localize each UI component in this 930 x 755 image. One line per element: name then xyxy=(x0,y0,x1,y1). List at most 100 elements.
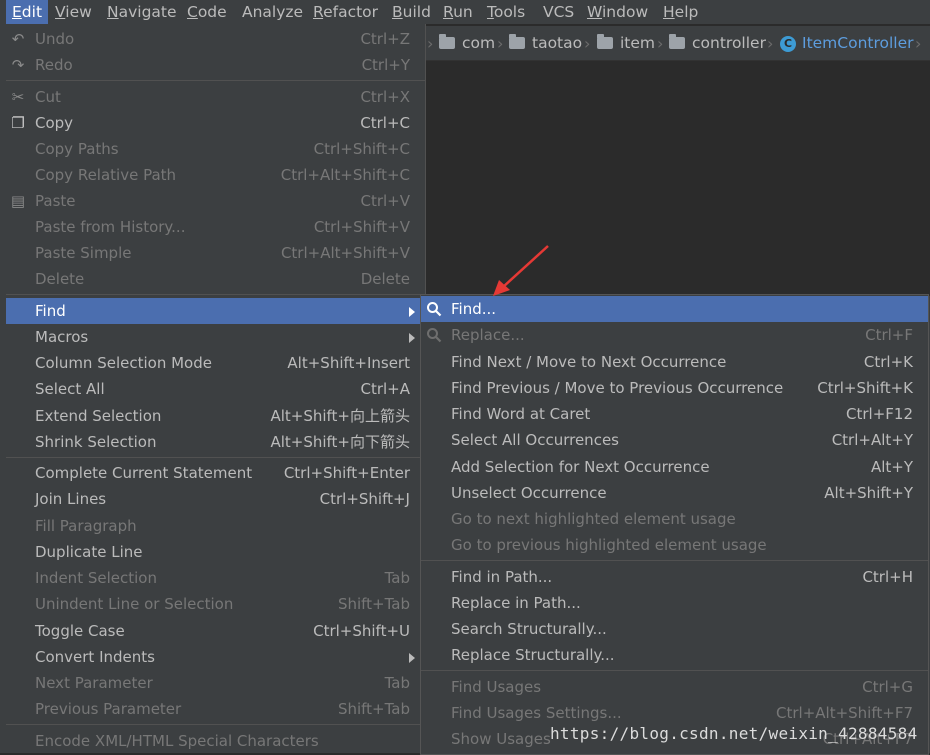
menu-item-shortcut: Ctrl+Alt+Shift+C xyxy=(280,166,410,184)
menu-item-undo[interactable]: ↶ Undo Ctrl+Z xyxy=(6,26,425,52)
menu-item-shortcut: Ctrl+Y xyxy=(361,56,410,74)
menu-window[interactable]: Window xyxy=(581,0,654,24)
menu-run[interactable]: Run xyxy=(437,0,479,24)
mnemonic: R xyxy=(313,3,324,21)
submenu-item-replace-structurally[interactable]: Replace Structurally... xyxy=(421,642,928,668)
menu-item-copy[interactable]: ❐ Copy Ctrl+C xyxy=(6,110,425,136)
menu-item-delete[interactable]: Delete Delete xyxy=(6,266,425,292)
class-icon: C xyxy=(780,36,796,52)
menu-item-cut[interactable]: ✂ Cut Ctrl+X xyxy=(6,84,425,110)
menu-label: iew xyxy=(65,3,92,21)
menu-code[interactable]: Code xyxy=(181,0,233,24)
submenu-item-add-selection[interactable]: Add Selection for Next Occurrence Alt+Y xyxy=(421,454,928,480)
submenu-item-go-previous-highlight[interactable]: Go to previous highlighted element usage xyxy=(421,532,928,558)
submenu-item-find-next[interactable]: Find Next / Move to Next Occurrence Ctrl… xyxy=(421,349,928,375)
submenu-item-replace-in-path[interactable]: Replace in Path... xyxy=(421,590,928,616)
menu-item-fill-paragraph[interactable]: Fill Paragraph xyxy=(6,513,425,539)
menu-item-complete-current-statement[interactable]: Complete Current Statement Ctrl+Shift+En… xyxy=(6,460,425,486)
menu-view[interactable]: View xyxy=(49,0,98,24)
menu-item-label: Indent Selection xyxy=(35,569,157,587)
menu-item-duplicate-line[interactable]: Duplicate Line xyxy=(6,539,425,565)
menu-analyze[interactable]: Analyze xyxy=(236,0,309,24)
menu-item-indent-selection[interactable]: Indent Selection Tab xyxy=(6,565,425,591)
chevron-right-icon: › xyxy=(915,34,922,53)
menu-navigate[interactable]: Navigate xyxy=(101,0,183,24)
menu-item-shortcut: Ctrl+C xyxy=(360,114,410,132)
breadcrumb-com[interactable]: com xyxy=(439,26,495,60)
menu-item-shortcut: Ctrl+Z xyxy=(360,30,410,48)
menu-item-shortcut: Ctrl+H xyxy=(862,568,913,586)
menu-item-label: Paste Simple xyxy=(35,244,132,262)
menu-item-column-selection-mode[interactable]: Column Selection Mode Alt+Shift+Insert xyxy=(6,350,425,376)
menu-item-label: Redo xyxy=(35,56,73,74)
submenu-item-find-usages[interactable]: Find Usages Ctrl+G xyxy=(421,674,928,700)
breadcrumb-taotao[interactable]: taotao xyxy=(509,26,582,60)
menu-bar: Edit View Navigate Code Analyze Refactor… xyxy=(0,0,930,24)
menu-item-copy-paths[interactable]: Copy Paths Ctrl+Shift+C xyxy=(6,136,425,162)
breadcrumb-itemcontroller[interactable]: C ItemController xyxy=(780,26,914,60)
menu-item-extend-selection[interactable]: Extend Selection Alt+Shift+向上箭头 xyxy=(6,403,425,429)
menu-separator xyxy=(6,80,425,81)
menu-item-label: Unindent Line or Selection xyxy=(35,595,234,613)
menu-item-label: Go to previous highlighted element usage xyxy=(451,536,767,554)
menu-separator xyxy=(421,670,928,671)
menu-item-unindent-line[interactable]: Unindent Line or Selection Shift+Tab xyxy=(6,591,425,617)
menu-item-paste-from-history[interactable]: Paste from History... Ctrl+Shift+V xyxy=(6,214,425,240)
undo-icon: ↶ xyxy=(11,30,25,48)
menu-separator xyxy=(6,724,425,725)
menu-label: uild xyxy=(402,3,431,21)
menu-item-copy-relative-path[interactable]: Copy Relative Path Ctrl+Alt+Shift+C xyxy=(6,162,425,188)
menu-vcs[interactable]: VCS xyxy=(537,0,580,24)
menu-item-paste[interactable]: ▤ Paste Ctrl+V xyxy=(6,188,425,214)
menu-refactor[interactable]: Refactor xyxy=(307,0,384,24)
menu-item-label: Convert Indents xyxy=(35,648,155,666)
menu-item-paste-simple[interactable]: Paste Simple Ctrl+Alt+Shift+V xyxy=(6,240,425,266)
submenu-item-go-next-highlight[interactable]: Go to next highlighted element usage xyxy=(421,506,928,532)
submenu-item-find-usages-settings[interactable]: Find Usages Settings... Ctrl+Alt+Shift+F… xyxy=(421,700,928,726)
menu-item-label: Find Usages xyxy=(451,678,542,696)
submenu-item-unselect-occurrence[interactable]: Unselect Occurrence Alt+Shift+Y xyxy=(421,480,928,506)
menu-tools[interactable]: Tools xyxy=(481,0,531,24)
menu-item-redo[interactable]: ↷ Redo Ctrl+Y xyxy=(6,52,425,78)
menu-item-join-lines[interactable]: Join Lines Ctrl+Shift+J xyxy=(6,486,425,512)
menu-edit[interactable]: Edit xyxy=(6,0,49,24)
submenu-item-replace[interactable]: Replace... Ctrl+F xyxy=(421,322,928,348)
menu-item-label: Undo xyxy=(35,30,75,48)
menu-item-shortcut: Ctrl+F12 xyxy=(846,405,913,423)
menu-item-select-all[interactable]: Select All Ctrl+A xyxy=(6,376,425,402)
submenu-arrow-icon xyxy=(409,307,415,317)
menu-item-label: Macros xyxy=(35,328,89,346)
menu-item-encode-xml[interactable]: Encode XML/HTML Special Characters xyxy=(6,728,425,754)
menu-item-label: Find Usages Settings... xyxy=(451,704,622,722)
breadcrumb-controller[interactable]: controller xyxy=(669,26,766,60)
menu-item-label: Duplicate Line xyxy=(35,543,143,561)
menu-item-find[interactable]: Find xyxy=(6,298,425,324)
submenu-item-select-all-occurrences[interactable]: Select All Occurrences Ctrl+Alt+Y xyxy=(421,427,928,453)
menu-item-shortcut: Alt+Shift+Y xyxy=(824,484,913,502)
menu-item-convert-indents[interactable]: Convert Indents xyxy=(6,644,425,670)
menu-item-label: Join Lines xyxy=(35,490,107,508)
submenu-item-find-previous[interactable]: Find Previous / Move to Previous Occurre… xyxy=(421,375,928,401)
menu-item-shrink-selection[interactable]: Shrink Selection Alt+Shift+向下箭头 xyxy=(6,429,425,455)
menu-item-label: Extend Selection xyxy=(35,407,162,425)
menu-item-shortcut: Ctrl+X xyxy=(360,88,410,106)
menu-item-previous-parameter[interactable]: Previous Parameter Shift+Tab xyxy=(6,696,425,722)
mnemonic: R xyxy=(443,3,454,21)
submenu-item-find-in-path[interactable]: Find in Path... Ctrl+H xyxy=(421,564,928,590)
menu-label: VCS xyxy=(543,3,575,21)
mnemonic: N xyxy=(107,3,119,21)
menu-build[interactable]: Build xyxy=(386,0,437,24)
folder-icon xyxy=(439,34,455,49)
menu-label: ools xyxy=(493,3,526,21)
menu-item-shortcut: Ctrl+Shift+V xyxy=(313,218,410,236)
chevron-right-icon: › xyxy=(657,34,664,53)
submenu-item-find-word-at-caret[interactable]: Find Word at Caret Ctrl+F12 xyxy=(421,401,928,427)
menu-help[interactable]: Help xyxy=(657,0,704,24)
menu-item-macros[interactable]: Macros xyxy=(6,324,425,350)
breadcrumb-item[interactable]: item xyxy=(597,26,655,60)
watermark: https://blog.csdn.net/weixin_42884584 xyxy=(550,724,918,743)
mnemonic: E xyxy=(12,3,22,21)
submenu-item-search-structurally[interactable]: Search Structurally... xyxy=(421,616,928,642)
menu-item-toggle-case[interactable]: Toggle Case Ctrl+Shift+U xyxy=(6,618,425,644)
menu-item-next-parameter[interactable]: Next Parameter Tab xyxy=(6,670,425,696)
